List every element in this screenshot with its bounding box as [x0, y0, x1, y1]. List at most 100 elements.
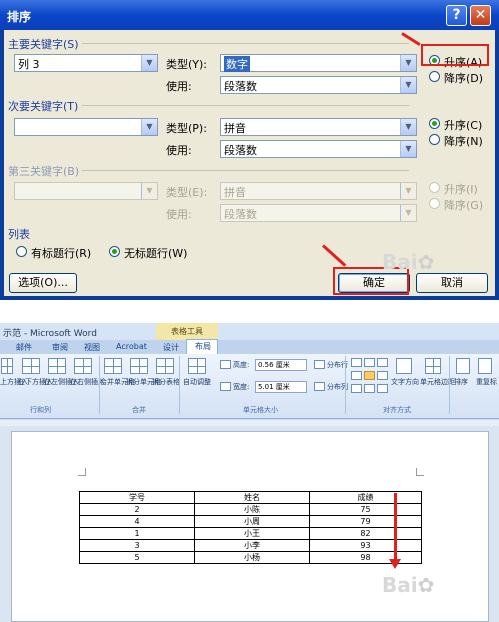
insert-above-icon[interactable] [1, 358, 13, 374]
insert-below-label: 在下方插入 [18, 378, 53, 386]
table-cell[interactable]: 2 [79, 503, 195, 516]
insert-above-label: 上方插入 [0, 378, 28, 386]
repeat-header-icon[interactable] [478, 358, 492, 374]
header-cell[interactable]: 学号 [79, 491, 195, 504]
align-middle-right-icon[interactable] [377, 371, 388, 380]
table-cell[interactable]: 75 [309, 503, 422, 516]
align-bottom-left-icon[interactable] [351, 384, 362, 393]
margin-corner [78, 468, 86, 476]
help-button[interactable]: ? [446, 5, 467, 26]
word-window: 示范 - Microsoft Word 表格工具 邮件 审阅 视图 Acroba… [0, 323, 499, 622]
cell-margins-icon[interactable] [425, 358, 441, 374]
secondary-use-select[interactable]: 段落数 ▼ [220, 140, 417, 158]
split-cells-icon[interactable] [130, 358, 148, 374]
table-row: 5 小杨 98 [79, 551, 422, 564]
cancel-button[interactable]: 取消 [416, 273, 488, 293]
secondary-desc-radio[interactable] [429, 134, 440, 145]
align-top-center-icon[interactable] [364, 358, 375, 367]
group-merge-label: 合并 [132, 406, 146, 414]
third-key-label: 第三关键字(B) [8, 165, 80, 178]
autofit-icon[interactable] [188, 358, 206, 374]
third-column-select[interactable]: ▼ [14, 182, 158, 200]
width-input[interactable]: 5.01 厘米 [255, 381, 307, 393]
insert-left-label: 在左侧插入 [44, 378, 79, 386]
third-asc-radio[interactable] [429, 182, 440, 193]
table-cell[interactable]: 小王 [194, 527, 310, 540]
third-use-select[interactable]: 段落数 ▼ [220, 204, 417, 222]
secondary-type-select[interactable]: 拼音 ▼ [220, 118, 417, 136]
desc-label: 降序(N) [444, 135, 483, 148]
table-cell[interactable]: 小陈 [194, 503, 310, 516]
score-table[interactable]: 学号 姓名 成绩 2 小陈 75 4 小周 79 1 小王 82 3 小李 93… [79, 491, 422, 564]
tab-layout[interactable]: 布局 [186, 339, 218, 355]
text-direction-label: 文字方向 [391, 378, 419, 386]
chevron-down-icon: ▼ [141, 183, 157, 199]
tab-mailings[interactable]: 邮件 [16, 342, 32, 353]
options-button[interactable]: 选项(O)... [9, 273, 77, 293]
sort-dialog: 排序 ? ✕ 主要关键字(S) 列 3 ▼ 类型(Y): 数字 ▼ 使用: 段落… [0, 0, 499, 300]
annotation-arrow [394, 493, 397, 561]
secondary-column-select[interactable]: ▼ [14, 118, 158, 136]
sort-label: 排序 [454, 378, 468, 386]
table-row: 4 小周 79 [79, 515, 422, 528]
align-middle-left-icon[interactable] [351, 371, 362, 380]
close-button[interactable]: ✕ [470, 5, 491, 26]
merge-cells-icon[interactable] [104, 358, 122, 374]
margin-corner [416, 468, 424, 476]
height-input[interactable]: 0.56 厘米 [255, 359, 307, 371]
table-cell[interactable]: 1 [79, 527, 195, 540]
tab-review[interactable]: 审阅 [52, 342, 68, 353]
distribute-cols-icon[interactable] [314, 382, 325, 391]
table-cell[interactable]: 82 [309, 527, 422, 540]
align-bottom-center-icon[interactable] [364, 384, 375, 393]
cell-margins-label: 单元格边距 [420, 378, 455, 386]
select-value: 拼音 [224, 186, 246, 199]
header-cell[interactable]: 成绩 [309, 491, 422, 504]
split-cells-label: 拆分单元格 [126, 378, 161, 386]
divider [449, 356, 450, 414]
align-middle-center-icon[interactable] [364, 371, 375, 380]
align-top-right-icon[interactable] [377, 358, 388, 367]
align-top-left-icon[interactable] [351, 358, 362, 367]
asc-label: 升序(C) [444, 119, 483, 132]
sort-icon[interactable] [456, 358, 470, 374]
third-type-select[interactable]: 拼音 ▼ [220, 182, 417, 200]
chevron-down-icon: ▼ [400, 77, 416, 93]
table-cell[interactable]: 5 [79, 551, 195, 564]
secondary-asc-radio[interactable] [429, 118, 440, 129]
table-header-row: 学号 姓名 成绩 [79, 491, 422, 504]
select-value: 数字 [224, 56, 250, 72]
use-label: 使用: [166, 144, 192, 157]
distribute-rows-icon[interactable] [314, 360, 325, 369]
primary-use-select[interactable]: 段落数 ▼ [220, 76, 417, 94]
header-cell[interactable]: 姓名 [194, 491, 310, 504]
header-row-radio[interactable] [16, 246, 27, 257]
table-cell[interactable]: 93 [309, 539, 422, 552]
table-cell[interactable]: 4 [79, 515, 195, 528]
table-cell[interactable]: 3 [79, 539, 195, 552]
table-cell[interactable]: 小杨 [194, 551, 310, 564]
table-cell[interactable]: 98 [309, 551, 422, 564]
insert-left-icon[interactable] [48, 358, 66, 374]
table-cell[interactable]: 小李 [194, 539, 310, 552]
third-desc-radio[interactable] [429, 198, 440, 209]
table-row: 3 小李 93 [79, 539, 422, 552]
split-table-icon[interactable] [156, 358, 174, 374]
group-cell-size-label: 单元格大小 [243, 406, 278, 414]
text-direction-icon[interactable] [396, 358, 412, 374]
tab-acrobat[interactable]: Acrobat [116, 342, 147, 351]
table-cell[interactable]: 79 [309, 515, 422, 528]
no-header-row-radio[interactable] [109, 246, 120, 257]
insert-below-icon[interactable] [22, 358, 40, 374]
tab-design[interactable]: 设计 [163, 342, 179, 353]
primary-type-select[interactable]: 数字 ▼ [220, 54, 417, 72]
primary-desc-radio[interactable] [429, 71, 440, 82]
primary-column-select[interactable]: 列 3 ▼ [14, 54, 158, 72]
align-bottom-right-icon[interactable] [377, 384, 388, 393]
annotation-arrowhead [389, 559, 401, 569]
table-cell[interactable]: 小周 [194, 515, 310, 528]
divider [82, 43, 409, 44]
insert-right-icon[interactable] [74, 358, 92, 374]
tab-view[interactable]: 视图 [84, 342, 100, 353]
watermark: Bai✿ [382, 573, 435, 597]
